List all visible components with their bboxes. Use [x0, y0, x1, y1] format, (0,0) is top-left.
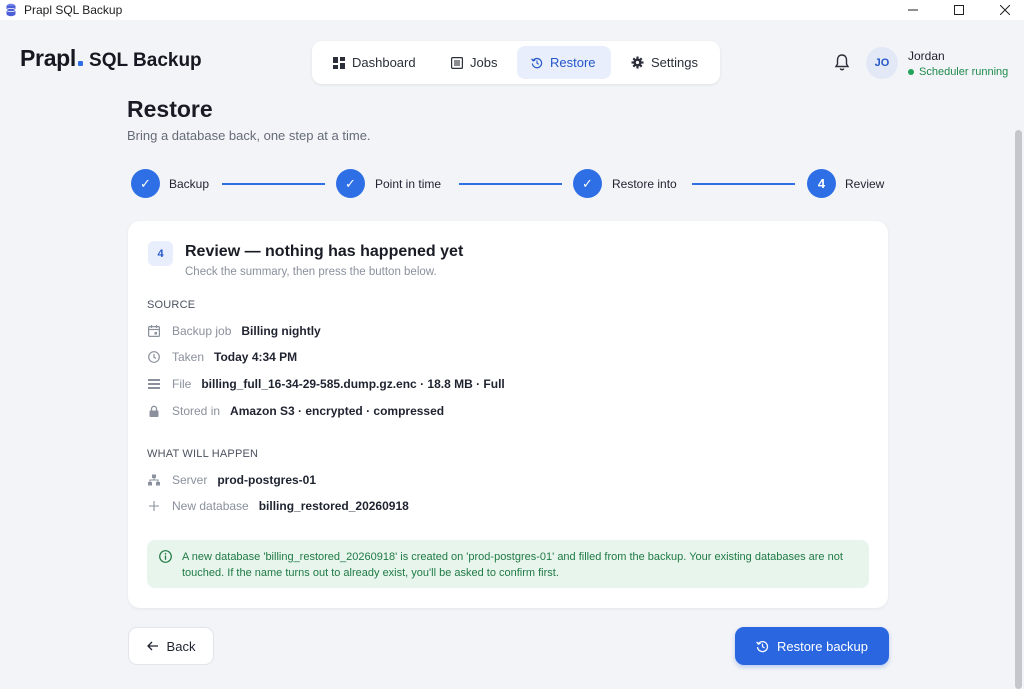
nav-jobs-label: Jobs — [470, 55, 498, 70]
step-number-badge: 4 — [148, 241, 173, 266]
nav-dashboard[interactable]: Dashboard — [319, 46, 430, 79]
taken-label: Taken — [172, 350, 205, 364]
source-row-backup-job: Backup job Billing nightly — [148, 323, 321, 339]
user-name: Jordan — [908, 49, 945, 63]
nav-dashboard-label: Dashboard — [352, 55, 416, 70]
nav-restore[interactable]: Restore — [517, 46, 611, 79]
info-icon — [159, 550, 172, 563]
review-card: 4 Review — nothing has happened yet Chec… — [128, 221, 888, 608]
nav-jobs[interactable]: Jobs — [437, 46, 511, 79]
step-point-in-time-check[interactable]: ✓ — [336, 169, 365, 198]
step-restore-into-label[interactable]: Restore into — [612, 177, 677, 191]
logo-dot — [78, 61, 84, 66]
logo-product: SQL Backup — [89, 50, 202, 71]
plus-icon — [149, 501, 159, 511]
review-title: Review — nothing has happened yet — [185, 243, 464, 260]
back-button-label: Back — [166, 638, 196, 654]
arrow-left-icon — [146, 641, 158, 651]
step-backup-check[interactable]: ✓ — [131, 169, 160, 198]
close-button[interactable] — [982, 0, 1024, 20]
logo-brand: Prapl — [20, 45, 77, 71]
step-restore-into-check[interactable]: ✓ — [573, 169, 602, 198]
minimize-icon — [908, 9, 918, 11]
restore-backup-label: Restore backup — [776, 638, 869, 654]
jobs-list-icon — [451, 56, 463, 69]
calendar-icon — [148, 325, 160, 337]
step-review-label: Review — [845, 177, 885, 191]
step-connector — [459, 183, 562, 185]
file-value: billing_full_16-34-29-585.dump.gz.enc · … — [201, 377, 505, 391]
main-nav: Dashboard Jobs Restore Settings — [312, 41, 720, 84]
file-label: File — [172, 377, 192, 391]
window-titlebar: Prapl SQL Backup — [0, 0, 1024, 20]
new-database-label: New database — [172, 499, 249, 513]
outcome-row-server: Server prod-postgres-01 — [148, 472, 316, 488]
what-will-happen-heading: WHAT WILL HAPPEN — [147, 448, 259, 460]
outcome-row-new-database: New database billing_restored_20260918 — [148, 498, 409, 514]
maximize-icon — [954, 5, 964, 15]
source-row-file: File billing_full_16-34-29-585.dump.gz.e… — [148, 376, 505, 392]
scheduler-status-label: Scheduler running — [919, 66, 1009, 78]
file-list-icon — [148, 379, 160, 389]
step-review-number: 4 — [807, 169, 836, 198]
stored-in-label: Stored in — [172, 404, 221, 418]
nav-restore-label: Restore — [550, 55, 596, 70]
source-heading: SOURCE — [147, 299, 196, 311]
restore-history-icon — [756, 640, 769, 652]
lock-icon — [149, 405, 159, 417]
source-row-stored-in: Stored in Amazon S3 · encrypted · compre… — [148, 403, 444, 419]
page-title: Restore — [127, 96, 213, 122]
close-icon — [1000, 5, 1010, 15]
stored-in-value: Amazon S3 · encrypted · compressed — [230, 404, 445, 418]
page-subtitle: Bring a database back, one step at a tim… — [127, 128, 371, 143]
step-connector — [222, 183, 325, 185]
step-point-in-time-label[interactable]: Point in time — [375, 177, 441, 191]
new-database-value: billing_restored_20260918 — [258, 499, 409, 513]
scrollbar-thumb[interactable] — [1015, 130, 1022, 689]
back-button[interactable]: Back — [128, 627, 214, 665]
dashboard-icon — [333, 56, 345, 69]
source-row-taken: Taken Today 4:34 PM — [148, 349, 297, 365]
step-connector — [692, 183, 795, 185]
server-label: Server — [172, 473, 208, 487]
restore-history-icon — [531, 57, 543, 68]
maximize-button[interactable] — [936, 0, 982, 20]
status-dot — [908, 69, 914, 75]
server-value: prod-postgres-01 — [217, 473, 317, 487]
backup-job-label: Backup job — [172, 324, 232, 338]
restore-backup-button[interactable]: Restore backup — [735, 627, 889, 665]
server-icon — [148, 474, 160, 486]
gear-icon — [631, 56, 644, 69]
review-subtitle: Check the summary, then press the button… — [185, 266, 437, 278]
clock-icon — [148, 351, 160, 363]
nav-settings-label: Settings — [651, 55, 698, 70]
info-notice: A new database 'billing_restored_2026091… — [147, 540, 869, 588]
info-notice-text: A new database 'billing_restored_2026091… — [182, 551, 843, 579]
avatar[interactable]: JO — [866, 47, 898, 79]
nav-settings[interactable]: Settings — [617, 46, 712, 79]
scheduler-status: Scheduler running — [908, 66, 1008, 78]
step-backup-label[interactable]: Backup — [169, 177, 209, 191]
minimize-button[interactable] — [890, 0, 936, 20]
bell-icon[interactable] — [834, 53, 850, 71]
app-logo-icon — [6, 3, 16, 17]
window-title: Prapl SQL Backup — [24, 3, 123, 17]
backup-job-value: Billing nightly — [241, 324, 321, 338]
app-logo[interactable]: Prapl SQL Backup — [20, 45, 202, 72]
taken-value: Today 4:34 PM — [214, 350, 298, 364]
